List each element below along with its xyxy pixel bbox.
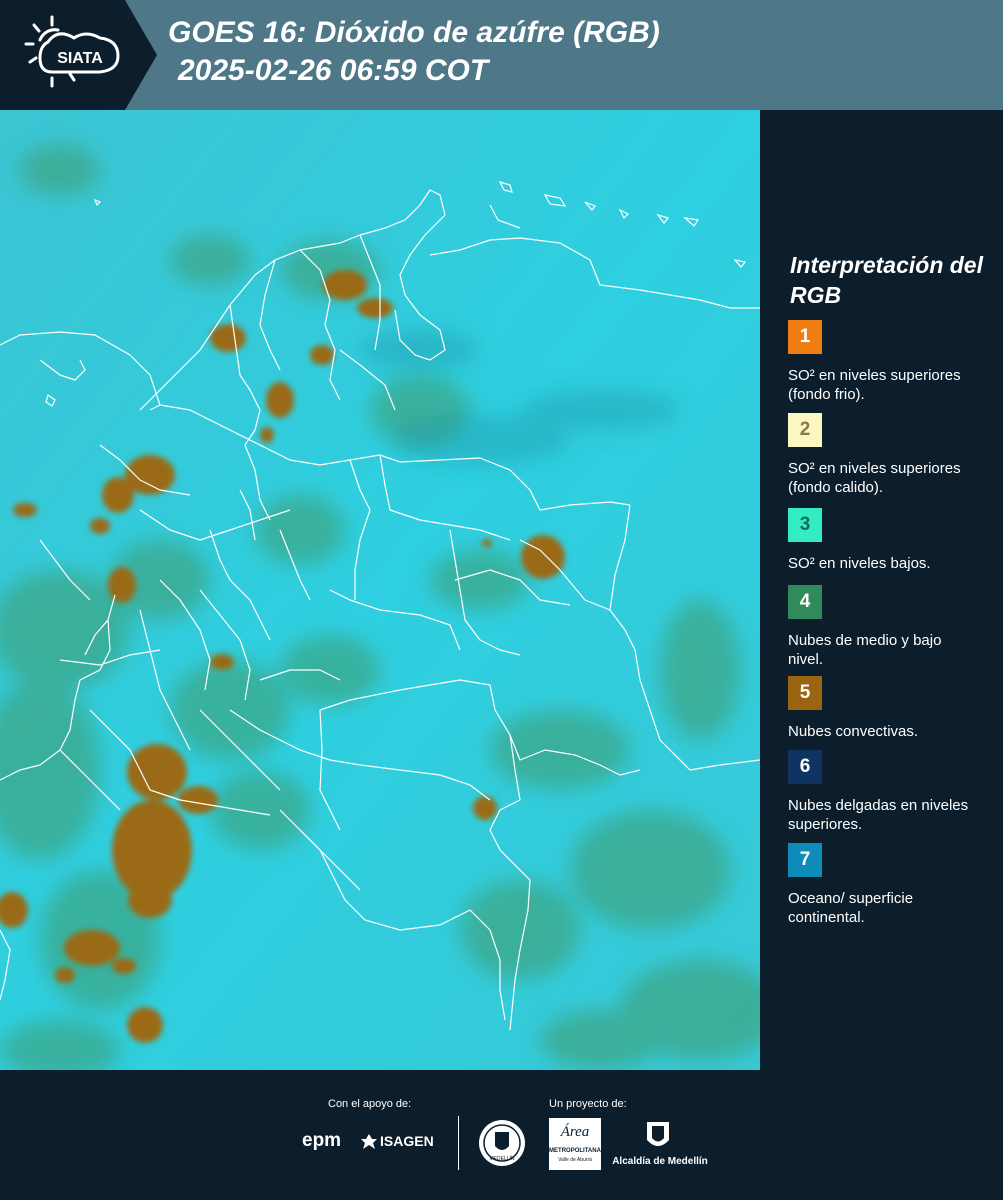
legend-number: 6 (799, 756, 811, 777)
legend-item-3: 3 SO² en niveles bajos. (788, 508, 998, 573)
legend-number: 3 (799, 514, 811, 535)
footer: Con el apoyo de: Un proyecto de: epm ISA… (0, 1070, 1003, 1200)
area-metropolitana-text: METROPOLITANA (549, 1148, 601, 1154)
footer-divider (458, 1116, 459, 1170)
legend-swatch-5: 5 (788, 676, 822, 710)
epm-logo: epm (302, 1130, 342, 1151)
siata-logo: SIATA (0, 0, 160, 110)
medellin-seal: MEDELLÍN (477, 1118, 527, 1168)
svg-text:SIATA: SIATA (57, 50, 103, 67)
coat-of-arms-icon (647, 1122, 669, 1146)
legend-description: SO² en niveles superiores (fondo frio). (788, 367, 961, 403)
legend-description: Nubes de medio y bajo nivel. (788, 632, 942, 668)
legend-swatch-7: 7 (788, 843, 822, 877)
legend-number: 1 (799, 326, 811, 347)
legend-item-1: 1 SO² en niveles superiores (fondo frio)… (788, 320, 998, 404)
legend-item-5: 5 Nubes convectivas. (788, 676, 998, 741)
legend-number: 4 (799, 591, 811, 612)
satellite-map (0, 110, 760, 1070)
header-banner: SIATA GOES 16: Dióxido de azúfre (RGB) 20… (0, 0, 1003, 110)
isagen-text: ISAGEN (380, 1133, 434, 1149)
project-label: Un proyecto de: (549, 1098, 627, 1110)
legend-number: 2 (799, 419, 811, 440)
legend-swatch-6: 6 (788, 750, 822, 784)
legend-description: SO² en niveles bajos. (788, 555, 931, 572)
title-line-1: GOES 16: Dióxido de azúfre (RGB) (168, 16, 660, 49)
isagen-mark-icon (361, 1134, 377, 1149)
legend-description: Nubes convectivas. (788, 723, 919, 740)
title-line-2: 2025-02-26 06:59 COT (178, 54, 489, 87)
legend-number: 5 (799, 682, 811, 703)
support-label: Con el apoyo de: (328, 1098, 412, 1110)
legend-item-7: 7 Oceano/ superficie continental. (788, 843, 998, 927)
legend-title: Interpretación del RGB (790, 252, 983, 308)
legend-item-6: 6 Nubes delgadas en niveles superiores. (788, 750, 998, 834)
area-metropolitana-logo: Área METROPOLITANA Valle de Aburrá (549, 1118, 601, 1170)
alcaldia-logo: Alcaldía de Medellín (610, 1116, 710, 1172)
seal-text: MEDELLÍN (489, 1156, 515, 1162)
area-text: Área (560, 1124, 590, 1140)
legend-item-4: 4 Nubes de medio y bajo nivel. (788, 585, 998, 669)
legend-swatch-3: 3 (788, 508, 822, 542)
legend-number: 7 (799, 849, 811, 870)
area-valle-text: Valle de Aburrá (558, 1157, 592, 1163)
legend-item-2: 2 SO² en niveles superiores (fondo calid… (788, 413, 998, 497)
legend-description: SO² en niveles superiores (fondo calido)… (788, 460, 961, 496)
legend-description: Oceano/ superficie continental. (788, 890, 914, 926)
legend-description: Nubes delgadas en niveles superiores. (788, 797, 969, 833)
rgb-legend: Interpretación del RGB 1 SO² en niveles … (760, 110, 1003, 1070)
isagen-logo: ISAGEN (360, 1132, 440, 1154)
legend-swatch-1: 1 (788, 320, 822, 354)
page-title: GOES 16: Dióxido de azúfre (RGB) 2025-02-… (168, 14, 660, 90)
alcaldia-text: Alcaldía de Medellín (612, 1156, 708, 1167)
legend-swatch-2: 2 (788, 413, 822, 447)
legend-swatch-4: 4 (788, 585, 822, 619)
